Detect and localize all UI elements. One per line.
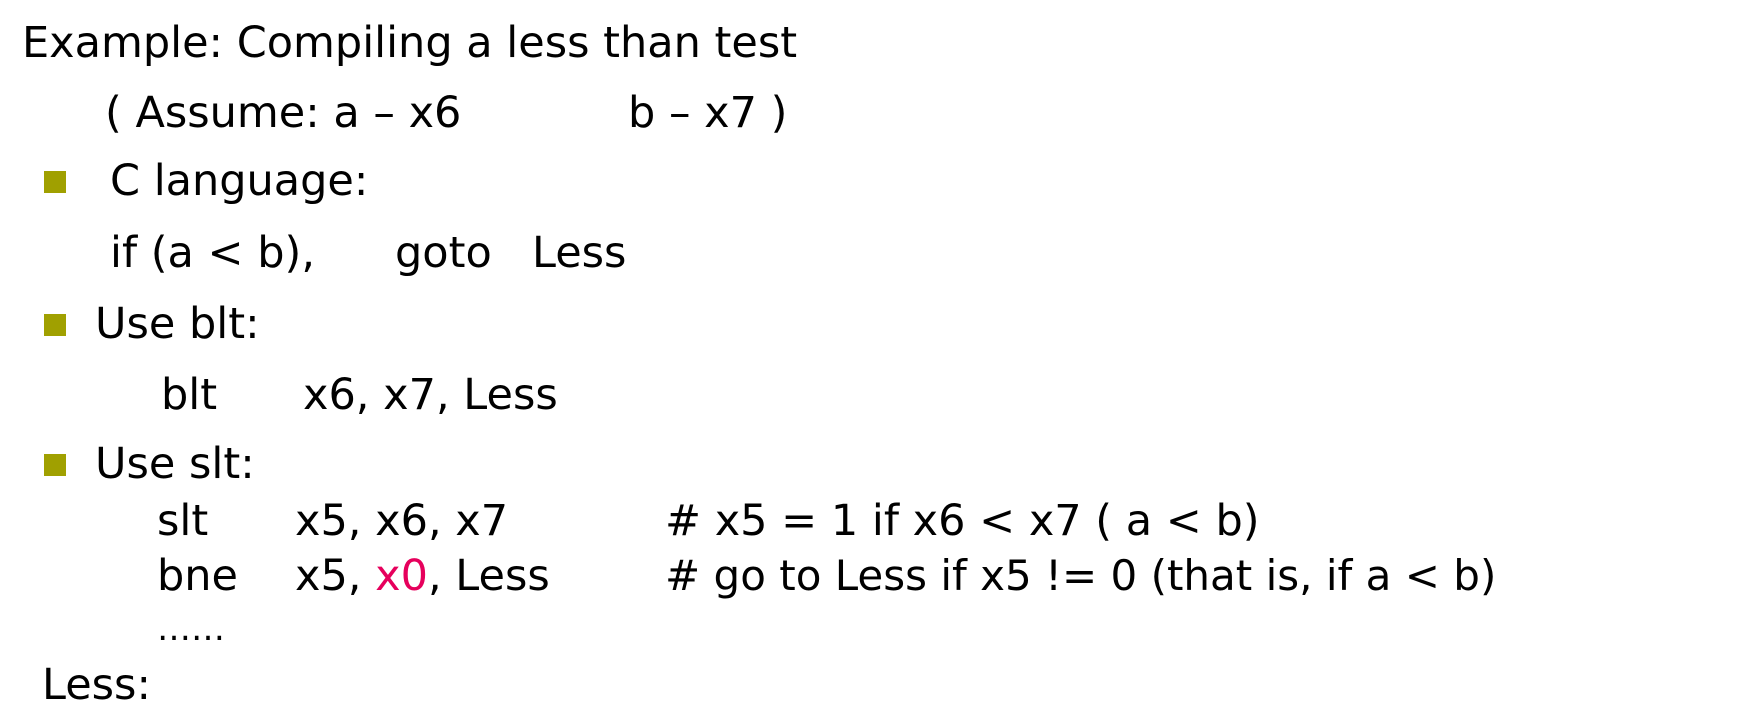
- c-language-heading: C language:: [110, 156, 369, 206]
- bne-op: bne: [157, 551, 239, 601]
- assume-lead: ( Assume: a – x6: [105, 88, 462, 138]
- blt-op: blt: [161, 370, 218, 420]
- bne-comment: # go to Less if x5 != 0 (that is, if a <…: [665, 551, 1497, 600]
- c-code-label: Less: [532, 228, 627, 278]
- slt-comment: # x5 = 1 if x6 < x7 ( a < b): [665, 496, 1260, 546]
- slt-op: slt: [157, 496, 209, 546]
- bullet-use-slt: [44, 454, 66, 476]
- ellipsis: ……: [157, 609, 225, 649]
- bne-operand-label: , Less: [427, 551, 550, 601]
- assume-tail: b – x7 ): [628, 88, 788, 138]
- use-slt-heading: Use slt:: [95, 439, 255, 489]
- slt-operands: x5, x6, x7: [295, 496, 509, 546]
- less-label: Less:: [42, 660, 151, 710]
- c-code-goto: goto: [395, 228, 492, 278]
- c-code-cond: if (a < b),: [110, 228, 315, 278]
- bne-operand-x0: x0: [375, 551, 428, 601]
- bne-operand-x5: x5,: [295, 551, 376, 601]
- slide-title: Example: Compiling a less than test: [22, 18, 798, 68]
- bne-operands: x5, x0, Less: [295, 555, 550, 598]
- blt-operands: x6, x7, Less: [303, 370, 558, 420]
- use-blt-heading: Use blt:: [95, 299, 260, 349]
- bullet-c-language: [44, 171, 66, 193]
- bullet-use-blt: [44, 314, 66, 336]
- slide: { "title": "Example: Compiling a less th…: [0, 0, 1759, 717]
